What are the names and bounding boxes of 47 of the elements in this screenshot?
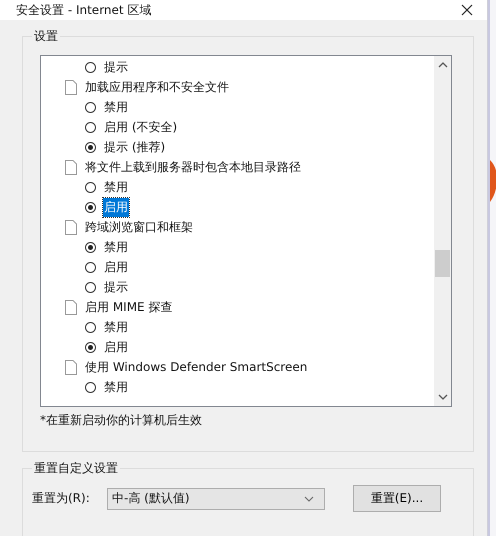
radio-button[interactable] <box>85 142 96 152</box>
option-label[interactable]: 启用 <box>103 258 129 276</box>
window-title: 安全设置 - Internet 区域 <box>16 2 152 18</box>
reset-level-dropdown[interactable]: 中-高 (默认值) <box>107 488 325 510</box>
option-label[interactable]: 提示 (推荐) <box>103 138 166 156</box>
setting-name: 跨域浏览窗口和框架 <box>84 218 194 236</box>
scrollbar[interactable] <box>434 56 451 406</box>
option-label[interactable]: 禁用 <box>103 98 129 116</box>
document-icon <box>65 160 77 174</box>
radio-button[interactable] <box>85 202 96 212</box>
option-label[interactable]: 启用 <box>103 338 129 356</box>
option-label[interactable]: 禁用 <box>103 238 129 256</box>
scroll-down-icon[interactable] <box>438 394 448 400</box>
document-icon <box>65 360 77 374</box>
setting-name: 加载应用程序和不安全文件 <box>84 78 230 96</box>
reset-label: 重置为(R): <box>32 490 91 507</box>
radio-button[interactable] <box>85 102 96 112</box>
setting-name: 使用 Windows Defender SmartScreen <box>84 358 308 376</box>
setting-name: 启用 MIME 探查 <box>84 298 174 316</box>
option-label[interactable]: 禁用 <box>103 378 129 396</box>
option-label[interactable]: 禁用 <box>103 178 129 196</box>
radio-button[interactable] <box>85 282 96 292</box>
document-icon <box>65 220 77 234</box>
option-label[interactable]: 禁用 <box>103 318 129 336</box>
radio-button[interactable] <box>85 262 96 272</box>
scroll-thumb[interactable] <box>435 250 450 277</box>
option-label[interactable]: 启用 <box>103 198 129 216</box>
close-icon <box>461 4 473 16</box>
radio-button[interactable] <box>85 322 96 332</box>
reset-button[interactable]: 重置(E)... <box>353 485 441 512</box>
radio-button[interactable] <box>85 242 96 252</box>
radio-button[interactable] <box>85 62 96 72</box>
settings-list[interactable]: 提示 加载应用程序和不安全文件 禁用 启用 (不安全) 提示 (推荐) 将文件上载到服务器时包含本地目录路径 禁用 启用 跨域浏览窗口和框架 禁用 启用 提示 启用 MIME 探查 禁用 启用 使用 Windows Defender SmartScreen 禁用 <box>40 55 452 407</box>
document-icon <box>65 80 77 94</box>
document-icon <box>65 300 77 314</box>
option-label[interactable]: 启用 (不安全) <box>103 118 178 136</box>
radio-button[interactable] <box>85 382 96 392</box>
radio-button[interactable] <box>85 122 96 132</box>
radio-button[interactable] <box>85 342 96 352</box>
radio-button[interactable] <box>85 182 96 192</box>
option-label[interactable]: 提示 <box>103 278 129 296</box>
setting-name: 将文件上载到服务器时包含本地目录路径 <box>84 158 302 176</box>
scroll-up-icon[interactable] <box>438 62 448 68</box>
group-title: 重置自定义设置 <box>32 460 120 477</box>
option-label[interactable]: 提示 <box>103 58 129 76</box>
restart-note: *在重新启动你的计算机后生效 <box>40 412 203 429</box>
dropdown-icon <box>304 496 314 502</box>
